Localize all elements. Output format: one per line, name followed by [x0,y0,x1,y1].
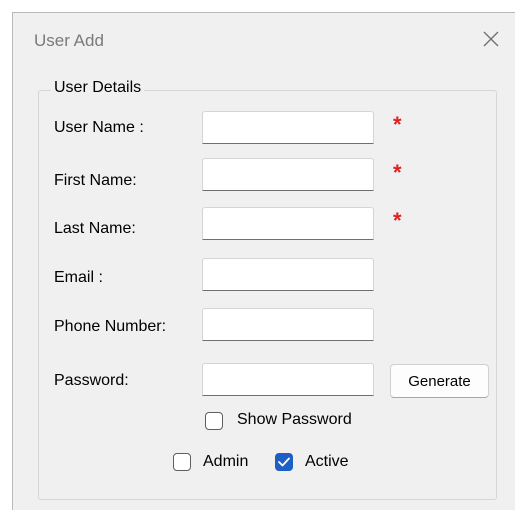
checkmark-icon [278,457,290,467]
lastname-required-marker: * [393,208,402,233]
active-label: Active [305,453,349,470]
phone-label: Phone Number: [54,318,167,335]
firstname-required-marker: * [393,160,402,185]
password-label: Password: [54,372,129,389]
user-details-group [38,90,497,500]
username-label: User Name : [54,119,144,136]
group-title: User Details [51,79,145,97]
password-field[interactable] [202,363,374,396]
close-button[interactable] [475,23,507,55]
show-password-label: Show Password [237,411,352,428]
email-field[interactable] [202,258,374,291]
firstname-label: First Name: [54,172,137,189]
admin-label: Admin [203,453,249,470]
lastname-label: Last Name: [54,220,136,237]
show-password-checkbox[interactable] [205,412,223,430]
lastname-field[interactable] [202,207,374,240]
phone-field[interactable] [202,308,374,341]
user-add-dialog: User Add User Details User Name : * Firs… [12,12,515,510]
title-bar: User Add [13,13,515,73]
active-checkbox[interactable] [275,453,293,471]
username-field[interactable] [202,111,374,144]
generate-button[interactable]: Generate [390,364,489,398]
firstname-field[interactable] [202,158,374,191]
username-required-marker: * [393,112,402,137]
close-icon [483,31,499,47]
email-label: Email : [54,269,103,286]
window-title: User Add [34,31,104,50]
admin-checkbox[interactable] [173,453,191,471]
